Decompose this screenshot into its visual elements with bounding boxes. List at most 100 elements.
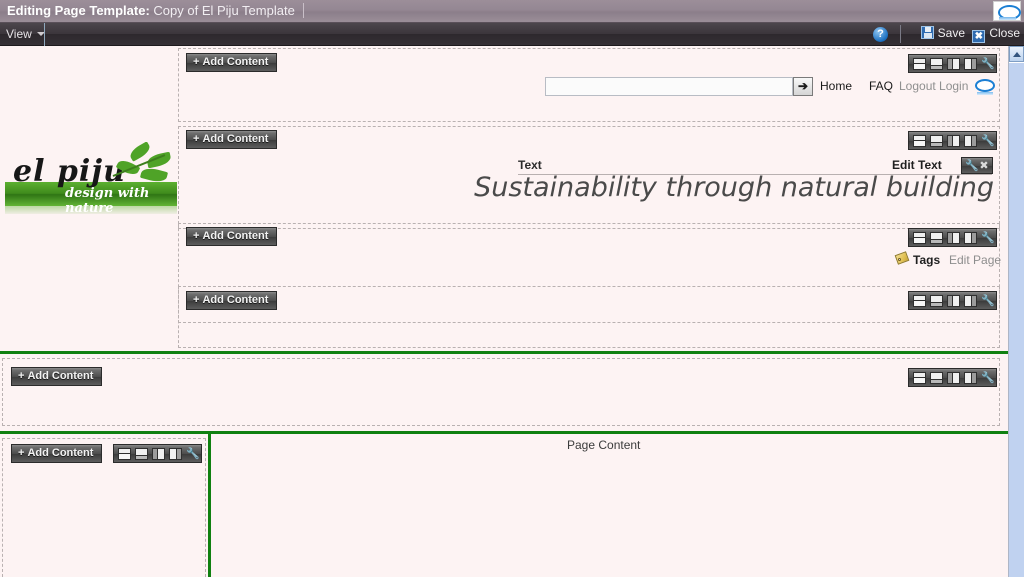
layout-right-split-icon[interactable] <box>964 294 977 307</box>
layout-toolbar[interactable]: 🔧 <box>908 131 997 150</box>
help-icon[interactable]: ? <box>873 27 888 42</box>
wrench-icon[interactable]: 🔧 <box>981 232 995 244</box>
plus-icon: + <box>193 294 200 306</box>
search-input-field[interactable] <box>546 78 792 95</box>
nav-link-home[interactable]: Home <box>820 79 852 93</box>
add-content-label: Add Content <box>27 370 94 382</box>
search-go-button[interactable]: ➔ <box>793 77 813 96</box>
nav-link-faq[interactable]: FAQ <box>869 79 893 93</box>
title-value: Copy of El Piju Template <box>153 3 295 18</box>
add-content-label: Add Content <box>202 56 269 68</box>
save-button-label: Save <box>937 26 965 40</box>
section-divider-green-bottom <box>0 431 1008 434</box>
close-button[interactable]: ✖ Close <box>972 26 1020 43</box>
close-icon: ✖ <box>972 30 986 43</box>
arrow-right-icon: ➔ <box>797 79 809 93</box>
layout-left-split-icon[interactable] <box>152 447 165 460</box>
layout-top-split-icon[interactable] <box>913 231 926 244</box>
layout-left-split-icon[interactable] <box>947 57 960 70</box>
tags-link[interactable]: Tags <box>913 253 940 267</box>
layout-toolbar[interactable]: 🔧 <box>908 228 997 247</box>
menubar-divider <box>44 23 45 46</box>
layout-left-split-icon[interactable] <box>947 294 960 307</box>
plus-icon: + <box>193 56 200 68</box>
add-content-button[interactable]: + Add Content <box>186 291 278 310</box>
layout-toolbar[interactable]: 🔧 <box>908 291 997 310</box>
add-content-label: Add Content <box>27 447 94 459</box>
layout-toolbar[interactable]: 🔧 <box>908 54 997 73</box>
layout-toolbar[interactable]: 🔧 <box>908 368 997 387</box>
layout-bottom-split-icon[interactable] <box>930 231 943 244</box>
tag-icon-body <box>894 251 910 265</box>
template-canvas: el piju design with nature + Add Content … <box>0 46 1008 577</box>
search-input[interactable] <box>545 77 793 96</box>
layout-bottom-split-icon[interactable] <box>135 447 148 460</box>
text-block-title: Text <box>518 158 542 172</box>
scrollbar-track[interactable] <box>1009 63 1024 577</box>
add-content-button[interactable]: + Add Content <box>11 367 103 386</box>
layout-top-split-icon[interactable] <box>913 371 926 384</box>
wrench-icon[interactable]: 🔧 <box>981 58 995 70</box>
save-button[interactable]: Save <box>920 26 965 40</box>
plus-icon: + <box>18 447 25 459</box>
nav-link-logout-login[interactable]: Logout Login <box>899 79 968 93</box>
layout-left-split-icon[interactable] <box>947 371 960 384</box>
editor-menubar: View ? Save ✖ Close <box>0 23 1024 46</box>
floppy-disk-icon <box>920 26 934 39</box>
wrench-icon[interactable]: 🔧 <box>965 160 979 172</box>
add-content-label: Add Content <box>202 230 269 242</box>
add-content-button[interactable]: + Add Content <box>186 227 278 246</box>
layout-toolbar[interactable]: 🔧 <box>113 444 202 463</box>
menu-view[interactable]: View <box>6 27 45 41</box>
layout-bottom-split-icon[interactable] <box>930 134 943 147</box>
editor-window: Editing Page Template: Copy of El Piju T… <box>0 0 1024 577</box>
wrench-icon[interactable]: 🔧 <box>981 295 995 307</box>
layout-left-split-icon[interactable] <box>947 231 960 244</box>
close-icon[interactable]: ✖ <box>979 160 989 172</box>
add-content-button[interactable]: + Add Content <box>186 53 278 72</box>
monitor-base <box>999 17 1016 20</box>
layout-right-split-icon[interactable] <box>964 57 977 70</box>
wrench-icon[interactable]: 🔧 <box>981 135 995 147</box>
plus-icon: + <box>193 133 200 145</box>
layout-top-split-icon[interactable] <box>118 447 131 460</box>
layout-top-split-icon[interactable] <box>913 134 926 147</box>
site-tagline: Sustainability through natural building <box>474 172 994 203</box>
edit-page-link[interactable]: Edit Page <box>949 253 1001 267</box>
layout-right-split-icon[interactable] <box>964 134 977 147</box>
add-content-label: Add Content <box>202 294 269 306</box>
layout-top-split-icon[interactable] <box>913 294 926 307</box>
vertical-scrollbar[interactable] <box>1008 46 1024 577</box>
wrench-icon[interactable]: 🔧 <box>981 372 995 384</box>
edit-text-link[interactable]: Edit Text <box>892 158 942 172</box>
site-logo: el piju design with nature <box>5 142 177 214</box>
layout-bottom-split-icon[interactable] <box>930 57 943 70</box>
plus-icon: + <box>193 230 200 242</box>
layout-right-split-icon[interactable] <box>169 447 182 460</box>
section-divider-green-top <box>0 351 1008 354</box>
window-titlebar: Editing Page Template: Copy of El Piju T… <box>0 0 1024 23</box>
close-button-label: Close <box>989 26 1020 40</box>
add-content-button[interactable]: + Add Content <box>11 444 103 463</box>
logo-tagline: design with nature <box>65 186 150 214</box>
layout-right-split-icon[interactable] <box>964 231 977 244</box>
layout-bottom-split-icon[interactable] <box>930 294 943 307</box>
page-content-label: Page Content <box>567 438 641 452</box>
tag-icon <box>894 251 910 265</box>
logo-wordmark: el piju <box>13 154 126 189</box>
region-footer-strip <box>178 286 1000 348</box>
scroll-up-arrow-icon[interactable] <box>1009 46 1024 62</box>
title-prefix: Editing Page Template: <box>7 3 150 18</box>
layout-right-split-icon[interactable] <box>964 371 977 384</box>
region-full-width-band <box>2 358 1000 426</box>
wrench-icon[interactable]: 🔧 <box>186 448 200 460</box>
layout-bottom-split-icon[interactable] <box>930 371 943 384</box>
toolbar-divider <box>900 25 901 43</box>
add-content-label: Add Content <box>202 133 269 145</box>
layout-top-split-icon[interactable] <box>913 57 926 70</box>
menu-view-label: View <box>6 27 32 41</box>
add-content-button[interactable]: + Add Content <box>186 130 278 149</box>
account-oval-icon[interactable] <box>975 79 995 95</box>
layout-left-split-icon[interactable] <box>947 134 960 147</box>
monitor-icon <box>993 1 1021 21</box>
